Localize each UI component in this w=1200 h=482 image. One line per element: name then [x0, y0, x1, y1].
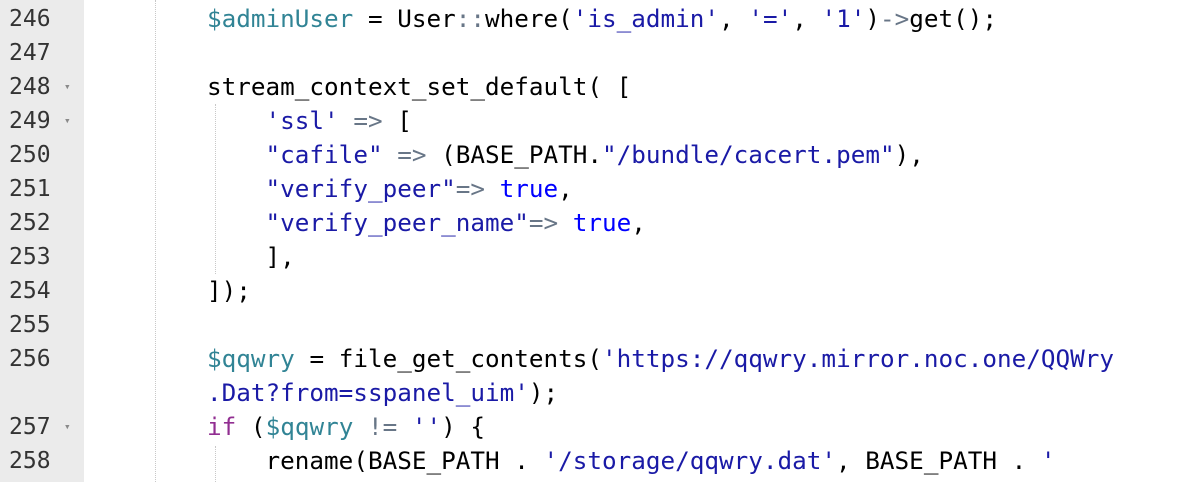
- line-number: 252: [9, 210, 51, 236]
- code-token: ) {: [441, 412, 486, 441]
- code-token: '': [411, 412, 442, 441]
- line-number: 249: [9, 108, 51, 134]
- code-token: (: [236, 412, 266, 441]
- code-token: =: [294, 344, 339, 373]
- code-line[interactable]: 252 "verify_peer_name"=> true,: [0, 206, 1200, 240]
- code-line[interactable]: 258 rename(BASE_PATH . '/storage/qqwry.d…: [0, 444, 1200, 478]
- code-text: "verify_peer"=> true,: [90, 172, 573, 206]
- code-token: , BASE_PATH .: [836, 446, 1041, 475]
- code-token: .Dat?from=sspanel_uim': [207, 378, 529, 407]
- indent-guide: [215, 104, 216, 274]
- code-token: ,: [719, 4, 749, 33]
- line-number: 255: [9, 312, 51, 338]
- code-text: ]);: [90, 274, 251, 308]
- code-text: $adminUser = User::where('is_admin', '='…: [90, 2, 997, 36]
- code-token: get();: [909, 4, 998, 33]
- code-token: ->: [880, 4, 910, 33]
- code-token: [: [397, 106, 412, 135]
- code-text: rename(BASE_PATH . '/storage/qqwry.dat',…: [90, 444, 1056, 478]
- code-token: =>: [455, 174, 500, 203]
- code-token: $adminUser: [207, 4, 354, 33]
- code-token: '=': [748, 4, 793, 33]
- fold-arrow-icon[interactable]: ▾: [64, 70, 71, 104]
- code-text: 'ssl' => [: [90, 104, 412, 138]
- code-text: .Dat?from=sspanel_uim');: [90, 376, 558, 410]
- code-line[interactable]: .Dat?from=sspanel_uim');: [0, 376, 1200, 410]
- code-token: ],: [265, 242, 295, 271]
- code-text: stream_context_set_default( [: [90, 70, 631, 104]
- line-number: 248: [9, 74, 51, 100]
- code-text: "verify_peer_name"=> true,: [90, 206, 646, 240]
- code-token: ,: [631, 208, 646, 237]
- line-number: 250: [9, 142, 51, 168]
- code-token: ): [865, 4, 880, 33]
- code-text: ],: [90, 240, 295, 274]
- code-token: true: [499, 174, 559, 203]
- code-token: "verify_peer": [265, 174, 456, 203]
- code-token: rename(BASE_PATH .: [265, 446, 544, 475]
- code-line[interactable]: 246 $adminUser = User::where('is_admin',…: [0, 2, 1200, 36]
- code-token: if: [207, 412, 237, 441]
- code-token: =>: [382, 140, 442, 169]
- code-token: $qqwry: [265, 412, 354, 441]
- code-line[interactable]: 250 "cafile" => (BASE_PATH."/bundle/cace…: [0, 138, 1200, 172]
- fold-arrow-icon[interactable]: ▾: [64, 104, 71, 138]
- line-number: 256: [9, 346, 51, 372]
- code-token: 'is_admin': [572, 4, 720, 33]
- code-token: User: [397, 4, 456, 33]
- code-token: (BASE_PATH.: [441, 140, 603, 169]
- code-token: =>: [338, 106, 398, 135]
- code-token: stream_context_set_default( [: [207, 72, 632, 101]
- code-token: =>: [528, 208, 573, 237]
- code-token: ,: [792, 4, 822, 33]
- code-token: ': [1040, 446, 1056, 475]
- code-token: );: [528, 378, 559, 407]
- fold-arrow-icon[interactable]: ▾: [64, 410, 71, 444]
- line-number: 246: [9, 6, 51, 32]
- line-number: 253: [9, 244, 51, 270]
- code-token: ,: [558, 174, 573, 203]
- code-token: ::: [455, 4, 485, 33]
- line-number: 257: [9, 414, 51, 440]
- code-token: true: [572, 208, 632, 237]
- code-line[interactable]: 251 "verify_peer"=> true,: [0, 172, 1200, 206]
- code-line[interactable]: 248 ▾ stream_context_set_default( [: [0, 70, 1200, 104]
- line-number: 254: [9, 278, 51, 304]
- code-line[interactable]: 255: [0, 308, 1200, 342]
- code-line[interactable]: 254 ]);: [0, 274, 1200, 308]
- code-token: 'ssl': [265, 106, 339, 135]
- code-line[interactable]: 249 ▾ 'ssl' => [: [0, 104, 1200, 138]
- code-token: $qqwry: [207, 344, 295, 373]
- code-token: '1': [821, 4, 866, 33]
- line-number: 247: [9, 40, 51, 66]
- code-token: ),: [894, 140, 924, 169]
- code-line[interactable]: 253 ],: [0, 240, 1200, 274]
- code-text: if ($qqwry != '') {: [90, 410, 485, 444]
- code-text: $qqwry = file_get_contents('https://qqwr…: [90, 342, 1114, 376]
- code-token: =: [353, 4, 398, 33]
- code-token: where(: [484, 4, 573, 33]
- indent-guide: [215, 446, 216, 482]
- code-token: file_get_contents(: [338, 344, 603, 373]
- line-number: 251: [9, 176, 51, 202]
- code-line[interactable]: 256 $qqwry = file_get_contents('https://…: [0, 342, 1200, 376]
- code-token: "cafile": [265, 140, 383, 169]
- indent-guide: [155, 0, 156, 482]
- line-number: 258: [9, 448, 51, 474]
- code-token: ]);: [207, 276, 251, 305]
- code-line[interactable]: 257 ▾ if ($qqwry != '') {: [0, 410, 1200, 444]
- code-token: "verify_peer_name": [265, 208, 529, 237]
- code-token: 'https://qqwry.mirror.noc.one/QQWry: [602, 344, 1114, 373]
- code-line[interactable]: 247: [0, 36, 1200, 70]
- code-token: !=: [353, 412, 412, 441]
- code-token: "/bundle/cacert.pem": [602, 140, 895, 169]
- code-token: '/storage/qqwry.dat': [543, 446, 837, 475]
- code-editor[interactable]: 246 $adminUser = User::where('is_admin',…: [0, 0, 1200, 482]
